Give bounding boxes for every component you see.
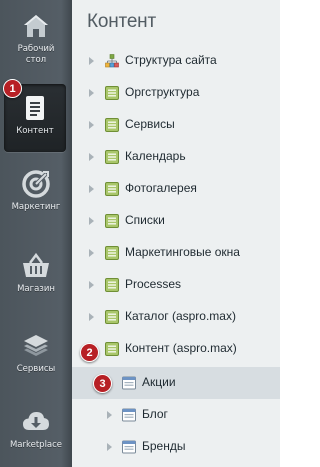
expand-arrow-icon[interactable] bbox=[89, 185, 94, 193]
layers-icon bbox=[16, 328, 56, 364]
expand-arrow-icon[interactable] bbox=[107, 443, 112, 451]
target-icon bbox=[16, 166, 56, 202]
tree-item-content-aspro[interactable]: Контент (aspro.max) bbox=[72, 333, 280, 365]
tree-item-photogallery[interactable]: Фотогалерея bbox=[72, 173, 280, 205]
expand-arrow-icon[interactable] bbox=[89, 89, 94, 97]
tree-item-brands[interactable]: Бренды bbox=[72, 431, 280, 463]
tree-item-label: Контент (aspro.max) bbox=[125, 341, 237, 355]
tree-item-label: Блог bbox=[142, 407, 168, 421]
green-list-icon bbox=[105, 214, 119, 228]
green-list-icon bbox=[105, 342, 119, 356]
green-list-icon bbox=[105, 310, 119, 324]
tree-item-label: Processes bbox=[125, 277, 182, 291]
tree-item-label: Каталог (aspro.max) bbox=[125, 309, 236, 323]
tree-item-label: Сервисы bbox=[125, 117, 175, 131]
sidebar-item-services[interactable]: Сервисы bbox=[0, 328, 72, 396]
sidebar-item-label: Контент bbox=[16, 126, 54, 136]
tree-item-marketing-windows[interactable]: Маркетинговые окна bbox=[72, 237, 280, 269]
green-list-icon bbox=[105, 86, 119, 100]
content-panel: Контент Структура сайта Оргструктура Сер… bbox=[72, 0, 280, 467]
expand-arrow-icon[interactable] bbox=[89, 249, 94, 257]
sidebar-item-label: Marketplace bbox=[9, 440, 63, 450]
expand-arrow-icon[interactable] bbox=[89, 153, 94, 161]
tree-item-label: Структура сайта bbox=[125, 53, 217, 67]
tree-item-label: Календарь bbox=[125, 149, 186, 163]
tree-item-processes[interactable]: Processes bbox=[72, 269, 280, 301]
document-icon bbox=[15, 90, 55, 126]
window-icon bbox=[122, 440, 136, 454]
step-badge: 2 bbox=[80, 343, 99, 362]
tree-item-label: Списки bbox=[125, 213, 165, 227]
basket-icon bbox=[16, 248, 56, 284]
tree-item-label: Оргструктура bbox=[125, 85, 200, 99]
site-structure-icon bbox=[105, 54, 119, 68]
window-icon bbox=[122, 376, 136, 390]
sidebar-item-label: Магазин bbox=[17, 284, 55, 294]
green-list-icon bbox=[105, 182, 119, 196]
expand-arrow-icon[interactable] bbox=[107, 411, 112, 419]
tree-item-services[interactable]: Сервисы bbox=[72, 109, 280, 141]
tree-item-label: Фотогалерея bbox=[125, 181, 197, 195]
home-icon bbox=[16, 8, 56, 44]
sidebar-item-marketing[interactable]: Маркетинг bbox=[0, 166, 72, 234]
tree-item-lists[interactable]: Списки bbox=[72, 205, 280, 237]
sidebar-item-label: Маркетинг bbox=[11, 202, 61, 212]
tree-item-blog[interactable]: Блог bbox=[72, 399, 280, 431]
cloud-download-icon bbox=[16, 404, 56, 440]
sidebar-item-label: Сервисы bbox=[16, 364, 56, 374]
tree-item-label: Маркетинговые окна bbox=[125, 245, 240, 259]
left-sidebar: Рабочий стол Контент Маркетинг Магазин С… bbox=[0, 0, 72, 467]
window-icon bbox=[122, 408, 136, 422]
tree-item-label: Бренды bbox=[142, 439, 186, 453]
expand-arrow-icon[interactable] bbox=[89, 121, 94, 129]
step-badge: 1 bbox=[3, 79, 22, 98]
green-list-icon bbox=[105, 118, 119, 132]
tree-item-label: Акции bbox=[142, 375, 176, 389]
sidebar-item-desktop[interactable]: Рабочий стол bbox=[0, 8, 72, 76]
sidebar-item-marketplace[interactable]: Marketplace bbox=[0, 404, 72, 467]
green-list-icon bbox=[105, 246, 119, 260]
expand-arrow-icon[interactable] bbox=[89, 313, 94, 321]
tree-item-site-structure[interactable]: Структура сайта bbox=[72, 45, 280, 77]
tree-item-calendar[interactable]: Календарь bbox=[72, 141, 280, 173]
expand-arrow-icon[interactable] bbox=[89, 281, 94, 289]
tree-item-org-structure[interactable]: Оргструктура bbox=[72, 77, 280, 109]
green-list-icon bbox=[105, 278, 119, 292]
tree-item-catalog[interactable]: Каталог (aspro.max) bbox=[72, 301, 280, 333]
green-list-icon bbox=[105, 150, 119, 164]
panel-title: Контент bbox=[87, 11, 156, 32]
expand-arrow-icon[interactable] bbox=[89, 57, 94, 65]
expand-arrow-icon[interactable] bbox=[89, 217, 94, 225]
sidebar-item-shop[interactable]: Магазин bbox=[0, 248, 72, 316]
sidebar-item-label: Рабочий стол bbox=[17, 44, 55, 65]
step-badge: 3 bbox=[93, 374, 112, 393]
